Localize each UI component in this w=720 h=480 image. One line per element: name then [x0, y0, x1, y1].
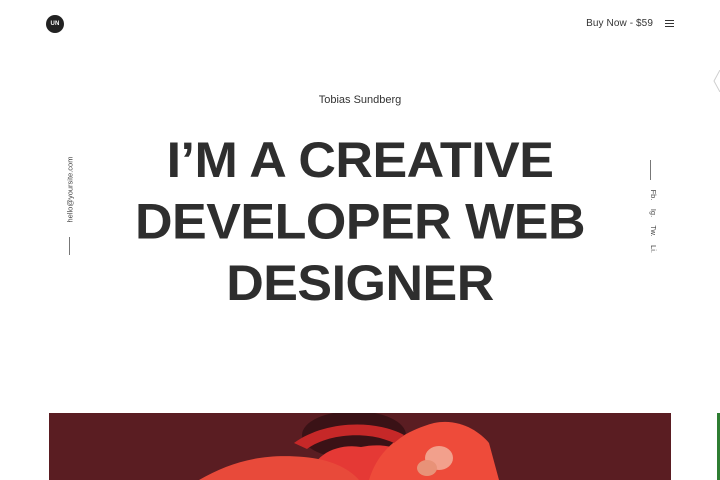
buy-now-link[interactable]: Buy Now - $59: [586, 18, 653, 29]
email-divider: [69, 237, 70, 255]
social-link-twitter[interactable]: Tw.: [642, 224, 660, 238]
social-link-instagram[interactable]: Ig.: [642, 206, 660, 220]
logo[interactable]: UN: [46, 15, 64, 33]
hero-photo: [49, 413, 671, 480]
hero-line-3: DESIGNER: [226, 255, 494, 312]
site-header: UN Buy Now - $59: [0, 0, 720, 48]
social-link-facebook[interactable]: Fb.: [642, 188, 660, 202]
email-link[interactable]: hello@yoursite.com: [66, 154, 75, 226]
email-sidebar: hello@yoursite.com: [64, 155, 76, 255]
hero-heading: I’M A CREATIVE DEVELOPER WEB DESIGNER: [110, 130, 610, 314]
author-name: Tobias Sundberg: [318, 94, 402, 106]
person-figure: [199, 413, 499, 480]
social-links: Fb. Ig. Tw. Li.: [644, 186, 658, 258]
scrollbar-indicator[interactable]: [712, 70, 720, 92]
hamburger-menu-icon[interactable]: [665, 20, 674, 28]
social-link-linkedin[interactable]: Li.: [642, 242, 660, 256]
hero-line-1: I’M A CREATIVE: [166, 132, 554, 189]
hero-line-2: DEVELOPER WEB: [135, 194, 586, 250]
social-divider: [650, 160, 651, 180]
